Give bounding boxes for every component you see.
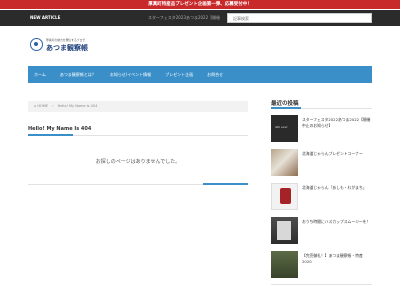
- news-label: NEW ARTICLE: [30, 15, 61, 20]
- sidebar-heading: 最近の投稿: [271, 101, 299, 107]
- post-title-link[interactable]: 北海道じゃらんプレゼントコーナー: [302, 151, 372, 157]
- search-input[interactable]: [228, 14, 371, 22]
- announcement-text: 厚真町特産品プレゼント企画第一弾、応募受付中！: [148, 2, 252, 7]
- nav-item-present[interactable]: プレゼント企画: [158, 66, 200, 83]
- post-title-link[interactable]: おうち時間にハスカップスムージーを！: [302, 219, 372, 225]
- post-title-link[interactable]: 北海道じゃらん「あしも・わがまち」: [302, 185, 372, 191]
- nav-item-contact[interactable]: お問合せ: [200, 66, 230, 83]
- announcement-banner[interactable]: 厚真町特産品プレゼント企画第一弾、応募受付中！: [0, 0, 400, 9]
- search-box[interactable]: [227, 13, 372, 23]
- news-ticker-link[interactable]: スターフェスタ2023あつま2022【開催: [148, 14, 220, 22]
- site-logo[interactable]: 厚真町の魅力を発信するブログ あつま観察帳: [30, 38, 90, 54]
- nav-item-news[interactable]: お知らせ/イベント情報: [103, 66, 158, 83]
- breadcrumb-separator: ›: [52, 104, 54, 108]
- not-found-message: お探しのページはありませんでした。: [95, 159, 181, 165]
- breadcrumb-home-link[interactable]: HOME: [34, 104, 48, 108]
- sidebar-divider-accent: [271, 107, 301, 109]
- nav-item-about[interactable]: あつま観察帳とは？: [53, 66, 103, 83]
- breadcrumb: HOME › Hello! My Name Is 404: [28, 101, 248, 112]
- main-nav: ホーム あつま観察帳とは？ お知らせ/イベント情報 プレゼント企画 お問合せ: [28, 66, 372, 83]
- post-thumbnail[interactable]: [271, 217, 298, 244]
- news-bar: NEW ARTICLE スターフェスタ2023あつま2022【開催: [0, 10, 400, 26]
- recent-post-item[interactable]: おうち時間にハスカップスムージーを！: [271, 217, 372, 247]
- recent-post-item[interactable]: 北海道じゃらん「あしも・わがまち」: [271, 183, 372, 213]
- post-thumbnail[interactable]: [271, 115, 298, 142]
- content-divider-accent: [203, 183, 248, 185]
- logo-title: あつま観察帳: [46, 44, 88, 52]
- post-thumbnail[interactable]: [271, 251, 298, 278]
- breadcrumb-current: Hello! My Name Is 404: [57, 104, 98, 108]
- recent-post-item[interactable]: スターフェスタ2022あつま2022【開催中止のお知らせ】: [271, 115, 372, 145]
- post-thumbnail[interactable]: [271, 149, 298, 176]
- sidebar-bottom-divider: [271, 284, 372, 285]
- page-title: Hello! My Name Is 404: [28, 126, 92, 132]
- recent-post-item[interactable]: 【完売御礼！】あつま観察帳・特産2020: [271, 251, 372, 281]
- recent-post-item[interactable]: 北海道じゃらんプレゼントコーナー: [271, 149, 372, 179]
- post-title-link[interactable]: 【完売御礼！】あつま観察帳・特産2020: [302, 253, 372, 264]
- post-title-link[interactable]: スターフェスタ2022あつま2022【開催中止のお知らせ】: [302, 117, 372, 128]
- logo-subtitle: 厚真町の魅力を発信するブログ: [46, 38, 86, 42]
- nav-item-home[interactable]: ホーム: [28, 66, 53, 83]
- logo-icon: [30, 38, 43, 51]
- title-divider-accent: [28, 134, 73, 136]
- post-thumbnail[interactable]: [271, 183, 298, 210]
